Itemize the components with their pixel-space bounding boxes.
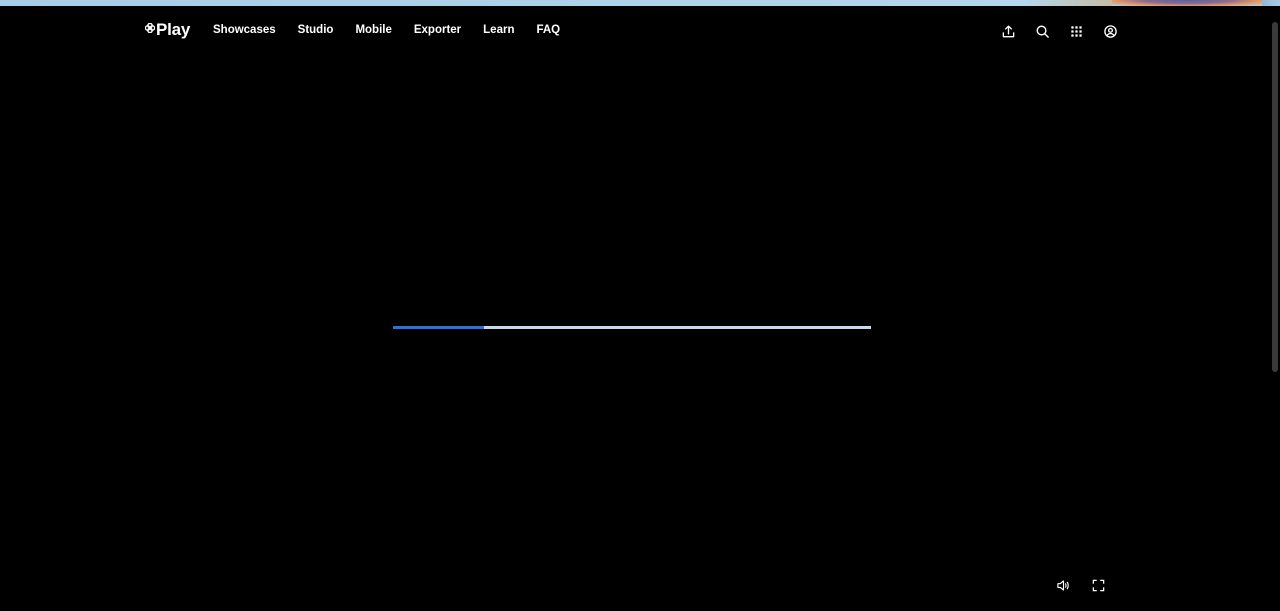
nav-item-faq[interactable]: FAQ [536,24,560,36]
player-controls [1055,577,1107,594]
nav-item-studio[interactable]: Studio [298,24,334,36]
page-scrollbar[interactable] [1270,6,1280,611]
loading-progress-bar [393,326,871,329]
account-button[interactable] [1102,23,1119,40]
search-button[interactable] [1034,23,1051,40]
site-header: Play Showcases Studio Mobile Exporter Le… [0,6,1270,58]
page: Play Showcases Studio Mobile Exporter Le… [0,0,1280,611]
nav-item-mobile[interactable]: Mobile [355,24,391,36]
fullscreen-button[interactable] [1090,577,1107,594]
nav-item-exporter[interactable]: Exporter [414,24,461,36]
scrollbar-thumb[interactable] [1272,22,1278,372]
play-logo[interactable]: Play [145,20,190,40]
logo-text: Play [156,20,191,39]
main-nav: Showcases Studio Mobile Exporter Learn F… [213,24,582,36]
volume-icon [1057,580,1069,591]
nav-item-learn[interactable]: Learn [483,24,514,36]
upload-icon [1002,25,1015,38]
loading-progress-fill [393,326,484,329]
account-icon [1104,25,1117,38]
play-clover-icon [145,23,155,33]
volume-button[interactable] [1055,577,1072,594]
header-actions [1000,23,1119,40]
upload-button[interactable] [1000,23,1017,40]
apps-grid-icon [1071,26,1082,37]
fullscreen-icon [1092,579,1105,592]
apps-button[interactable] [1068,23,1085,40]
nav-item-showcases[interactable]: Showcases [213,24,276,36]
search-icon [1036,25,1049,38]
